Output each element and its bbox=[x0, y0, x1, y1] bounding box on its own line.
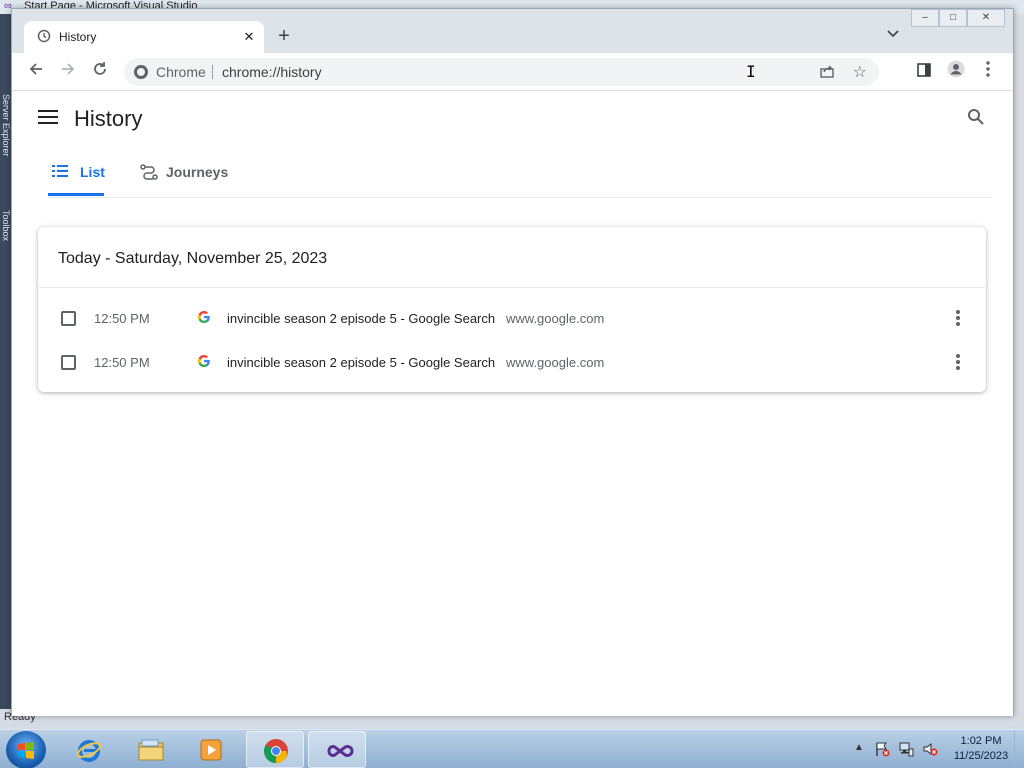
taskbar-visual-studio[interactable] bbox=[308, 731, 366, 768]
internet-explorer-icon bbox=[76, 737, 102, 763]
entry-time: 12:50 PM bbox=[94, 311, 150, 326]
browser-tab-history[interactable]: History ✕ bbox=[24, 21, 264, 53]
start-button[interactable] bbox=[6, 731, 46, 768]
address-bar[interactable]: Chrome chrome://history ☆ bbox=[124, 58, 879, 86]
system-tray: ▲ 1:02 PM 11/25/2023 bbox=[834, 730, 1024, 768]
network-icon[interactable] bbox=[898, 741, 914, 757]
toolbox-tab[interactable]: Toolbox bbox=[1, 210, 11, 241]
taskbar: ▲ 1:02 PM 11/25/2023 bbox=[0, 729, 1024, 768]
close-window-button[interactable]: ✕ bbox=[967, 9, 1005, 27]
tab-journeys[interactable]: Journeys bbox=[136, 148, 236, 196]
forward-arrow-icon[interactable] bbox=[56, 60, 80, 84]
clock-time: 1:02 PM bbox=[960, 735, 1002, 747]
side-panel-icon[interactable] bbox=[912, 60, 936, 84]
taskbar-file-explorer[interactable] bbox=[122, 731, 180, 768]
address-chip-label: Chrome bbox=[156, 64, 206, 80]
action-center-flag-icon[interactable] bbox=[874, 741, 890, 757]
minimize-button[interactable]: – bbox=[911, 9, 939, 27]
bookmark-star-icon[interactable]: ☆ bbox=[853, 62, 867, 82]
new-tab-icon[interactable]: + bbox=[272, 25, 296, 49]
visual-studio-icon bbox=[325, 738, 354, 764]
chrome-icon bbox=[263, 738, 289, 764]
tab-strip: History ✕ + – □ ✕ bbox=[12, 9, 1013, 53]
tab-list[interactable]: List bbox=[48, 148, 105, 196]
google-favicon-icon bbox=[196, 354, 212, 370]
entry-title-link[interactable]: invincible season 2 episode 5 - Google S… bbox=[227, 355, 495, 371]
browser-toolbar: Chrome chrome://history ☆ bbox=[12, 53, 1013, 91]
list-icon bbox=[52, 164, 68, 180]
chrome-window: History ✕ + – □ ✕ Chrome chrome://histor… bbox=[11, 8, 1014, 716]
clock-date: 11/25/2023 bbox=[953, 750, 1009, 762]
tab-list-label: List bbox=[80, 164, 105, 180]
address-separator bbox=[212, 65, 213, 79]
entry-domain: www.google.com bbox=[506, 355, 605, 370]
hamburger-menu-icon[interactable] bbox=[38, 110, 58, 126]
text-cursor-icon: I bbox=[746, 62, 756, 81]
entry-domain: www.google.com bbox=[506, 311, 605, 326]
show-desktop-button[interactable] bbox=[1014, 730, 1024, 768]
history-entry[interactable]: 12:50 PM invincible season 2 episode 5 -… bbox=[38, 341, 986, 385]
media-player-icon bbox=[198, 737, 224, 763]
chrome-page-icon bbox=[134, 65, 148, 79]
server-explorer-tab[interactable]: Server Explorer bbox=[1, 94, 11, 157]
tab-journeys-label: Journeys bbox=[166, 164, 229, 180]
google-favicon-icon bbox=[196, 310, 212, 326]
back-arrow-icon[interactable] bbox=[24, 60, 48, 84]
file-explorer-icon bbox=[138, 737, 164, 763]
history-entry[interactable]: 12:50 PM invincible season 2 episode 5 -… bbox=[38, 297, 986, 341]
history-page: History List Journeys Today - Saturday, … bbox=[12, 92, 1013, 716]
reload-icon[interactable] bbox=[88, 60, 112, 84]
show-hidden-icons-icon[interactable]: ▲ bbox=[854, 742, 864, 753]
entry-more-actions-icon[interactable] bbox=[948, 309, 968, 329]
windows-logo-icon bbox=[17, 741, 35, 759]
share-icon[interactable] bbox=[819, 63, 835, 82]
taskbar-chrome[interactable] bbox=[246, 731, 304, 768]
taskbar-internet-explorer[interactable] bbox=[60, 731, 118, 768]
journeys-icon bbox=[140, 164, 158, 180]
kebab-menu-icon[interactable] bbox=[976, 60, 1000, 84]
entry-more-actions-icon[interactable] bbox=[948, 353, 968, 373]
search-icon[interactable] bbox=[967, 108, 987, 128]
entry-checkbox[interactable] bbox=[61, 311, 76, 326]
entry-checkbox[interactable] bbox=[61, 355, 76, 370]
close-tab-icon[interactable]: ✕ bbox=[240, 28, 258, 46]
taskbar-clock[interactable]: 1:02 PM 11/25/2023 bbox=[948, 734, 1014, 764]
maximize-button[interactable]: □ bbox=[939, 9, 967, 27]
entry-title-link[interactable]: invincible season 2 episode 5 - Google S… bbox=[227, 311, 495, 327]
day-header: Today - Saturday, November 25, 2023 bbox=[38, 227, 986, 288]
history-icon bbox=[36, 29, 52, 45]
volume-muted-icon[interactable] bbox=[922, 741, 938, 757]
history-day-card: Today - Saturday, November 25, 2023 12:5… bbox=[38, 227, 986, 392]
taskbar-media-player[interactable] bbox=[182, 731, 240, 768]
entry-time: 12:50 PM bbox=[94, 355, 150, 370]
page-title: History bbox=[74, 106, 143, 131]
day-heading: Today - Saturday, November 25, 2023 bbox=[58, 250, 328, 267]
url-text[interactable]: chrome://history bbox=[222, 64, 322, 80]
tab-search-chevron-down-icon[interactable] bbox=[883, 27, 903, 47]
history-tabs: List Journeys bbox=[48, 148, 992, 198]
tab-title: History bbox=[59, 30, 97, 44]
profile-avatar-icon[interactable] bbox=[944, 60, 968, 84]
